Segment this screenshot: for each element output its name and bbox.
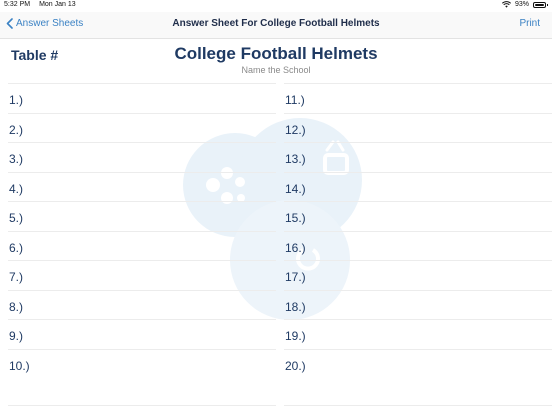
wifi-icon bbox=[501, 1, 511, 8]
navigation-bar: Answer Sheets Answer Sheet For College F… bbox=[0, 12, 552, 39]
answer-row: 14.) bbox=[284, 171, 552, 202]
answer-row: 7.) bbox=[8, 260, 276, 290]
answer-row: 1.) bbox=[8, 83, 276, 113]
answer-row: 17.) bbox=[284, 260, 552, 290]
answer-row: 19.) bbox=[284, 319, 552, 349]
answer-row: 5.) bbox=[8, 201, 276, 231]
page-subtitle: Name the School bbox=[241, 65, 311, 75]
answer-row: 15.) bbox=[284, 201, 552, 231]
answer-column-left: 1.) 2.) 3.) 4.) 5.) 6.) 7.) 8.) 9.) 10.) bbox=[8, 83, 278, 378]
answer-row: 11.) bbox=[284, 83, 552, 113]
answer-column-right: 11.) 12.) 13.) 14.) 15.) 16.) 17.) 18.) … bbox=[284, 83, 552, 378]
answer-row: 4.) bbox=[8, 171, 276, 202]
answer-row: 10.) bbox=[8, 348, 276, 379]
status-left: 5:32 PM Mon Jan 13 bbox=[4, 1, 76, 8]
status-bar: 5:32 PM Mon Jan 13 93% bbox=[0, 0, 552, 12]
answer-row: 6.) bbox=[8, 230, 276, 261]
answer-row: 2.) bbox=[8, 112, 276, 143]
answer-row: 13.) bbox=[284, 142, 552, 172]
divider bbox=[8, 405, 276, 406]
answer-row: 12.) bbox=[284, 112, 552, 143]
answer-row: 16.) bbox=[284, 230, 552, 261]
divider bbox=[284, 405, 552, 406]
answer-row: 20.) bbox=[284, 348, 552, 379]
status-date: Mon Jan 13 bbox=[39, 1, 76, 8]
battery-percent: 93% bbox=[514, 1, 529, 8]
answer-row: 9.) bbox=[8, 319, 276, 349]
print-button[interactable]: Print bbox=[519, 18, 540, 29]
battery-icon bbox=[533, 1, 548, 8]
status-right: 93% bbox=[501, 1, 548, 8]
page-title: College Football Helmets bbox=[174, 44, 378, 63]
status-time: 5:32 PM bbox=[4, 1, 31, 8]
answer-row: 8.) bbox=[8, 289, 276, 320]
nav-title: Answer Sheet For College Football Helmet… bbox=[172, 18, 380, 29]
answer-row: 18.) bbox=[284, 289, 552, 320]
answer-row: 3.) bbox=[8, 142, 276, 172]
